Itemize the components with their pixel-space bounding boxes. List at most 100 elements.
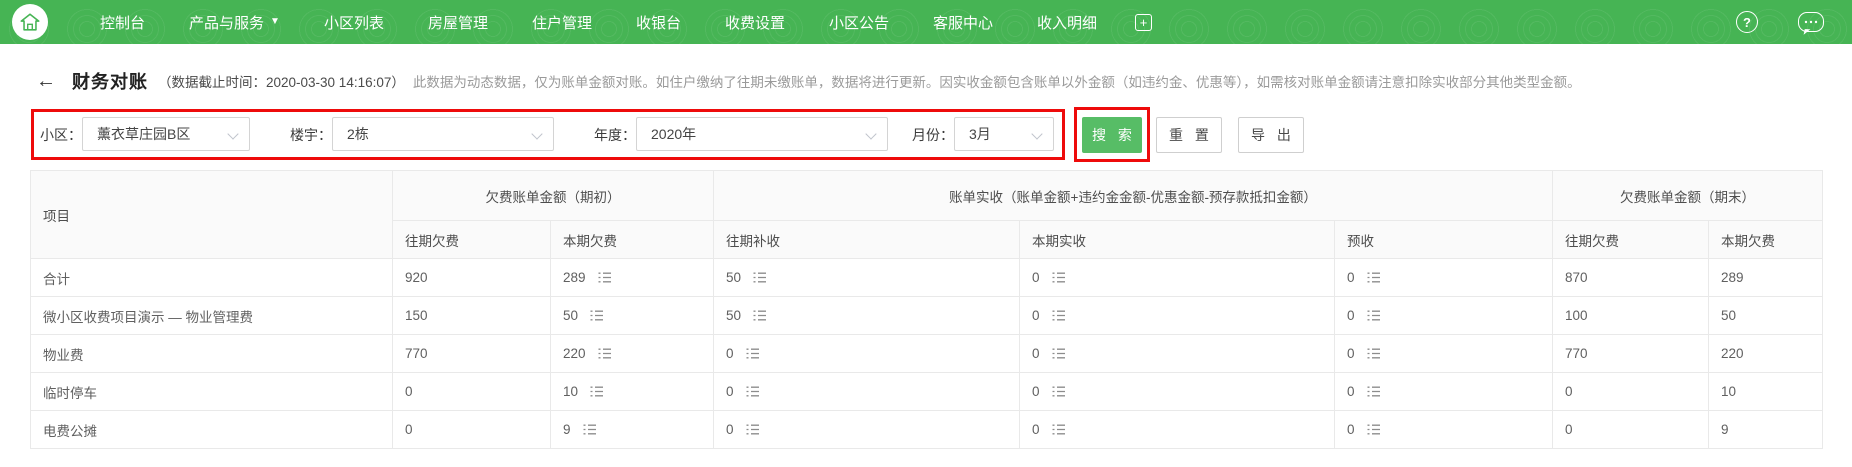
list-icon [753,310,767,320]
list-icon [1367,386,1380,396]
sub-header-current-arrears-closing: 本期欠费 [1708,220,1824,259]
app-logo[interactable] [12,4,48,40]
nav-menu: 控制台 产品与服务 ▼ 小区列表 房屋管理 住户管理 收银台 收费设置 小区公告… [100,12,1153,33]
value-cell-prepaid: 0 [1333,258,1554,297]
list-icon[interactable] [1367,347,1380,362]
list-icon[interactable] [753,309,767,324]
value-cell-prior-collected: 0 [713,410,1020,449]
list-icon[interactable] [746,423,759,438]
project-cell: 临时停车 [30,372,393,411]
project-cell: 合计 [30,258,393,297]
chat-icon[interactable] [1798,12,1824,32]
value-cell-prior-collected: 0 [713,372,1020,411]
list-icon[interactable] [1367,423,1380,438]
sub-header-prior-arrears-closing: 往期欠费 [1552,220,1710,259]
list-icon [598,348,611,358]
list-icon[interactable] [1367,309,1380,324]
community-select[interactable]: 薰衣草庄园B区 [82,117,250,151]
value-cell-current-collected: 0 [1019,410,1335,449]
list-icon [746,386,759,396]
table-row: 临时停车 0 10 0 0 0 0 10 [30,372,1824,411]
value-cell-current-collected: 0 [1019,372,1335,411]
list-icon[interactable] [598,271,611,286]
list-icon[interactable] [1367,271,1380,286]
list-icon[interactable] [1367,385,1380,400]
list-icon [583,424,596,434]
list-icon[interactable] [753,271,767,286]
group-header-actual-received: 账单实收（账单金额+违约金金额-优惠金额-预存款抵扣金额） [712,170,1554,221]
house-logo-icon [20,13,40,31]
month-filter-label: 月份： [912,127,954,143]
nav-item-cashier[interactable]: 收银台 [636,12,681,33]
chevron-down-icon [865,128,877,140]
value-cell-prior-arrears-opening: 920 [392,258,551,297]
top-nav: 控制台 产品与服务 ▼ 小区列表 房屋管理 住户管理 收银台 收费设置 小区公告… [0,0,1852,44]
add-tab-icon[interactable]: + [1135,13,1153,31]
chevron-down-icon [227,128,239,140]
value-cell-prior-arrears-closing: 100 [1552,296,1710,335]
year-select[interactable]: 2020年 [636,117,888,151]
building-select[interactable]: 2栋 [332,117,554,151]
table-row: 微小区收费项目演示 — 物业管理费 150 50 50 0 0 100 50 [30,296,1824,335]
list-icon[interactable] [1052,385,1065,400]
page-title: 财务对账 [72,72,148,92]
value-cell-current-arrears-opening: 220 [550,334,714,373]
sub-header-prepaid: 预收 [1333,220,1554,259]
export-button[interactable]: 导 出 [1238,117,1304,153]
filter-bar: 小区： 薰衣草庄园B区 楼宇： 2栋 年度： 2020年 月份： 3月 搜 索 … [0,106,1852,164]
help-icon[interactable]: ? [1736,11,1758,33]
list-icon[interactable] [746,347,759,362]
list-icon [598,272,611,282]
sub-header-current-collected: 本期实收 [1019,220,1335,259]
value-cell-prior-arrears-opening: 150 [392,296,551,335]
list-icon [1052,310,1065,320]
value-cell-current-arrears-opening: 289 [550,258,714,297]
value-cell-prepaid: 0 [1333,372,1554,411]
list-icon[interactable] [590,309,604,324]
list-icon[interactable] [746,385,759,400]
sub-header-prior-arrears-opening: 往期欠费 [392,220,551,259]
value-cell-prior-arrears-opening: 0 [392,410,551,449]
list-icon[interactable] [590,385,604,400]
list-icon [1052,348,1065,358]
search-button[interactable]: 搜 索 [1082,117,1142,153]
nav-item-announcements[interactable]: 小区公告 [829,12,889,33]
value-cell-prior-arrears-closing: 0 [1552,410,1710,449]
month-select[interactable]: 3月 [954,117,1054,151]
nav-item-products[interactable]: 产品与服务 ▼ [189,12,280,33]
table-row: 物业费 770 220 0 0 0 770 220 [30,334,1824,373]
value-cell-prior-arrears-opening: 770 [392,334,551,373]
value-cell-prior-arrears-closing: 770 [1552,334,1710,373]
value-cell-current-collected: 0 [1019,296,1335,335]
nav-item-house-mgmt[interactable]: 房屋管理 [428,12,488,33]
list-icon[interactable] [1052,423,1065,438]
list-icon [746,424,759,434]
nav-item-console[interactable]: 控制台 [100,12,145,33]
nav-item-income-detail[interactable]: 收入明细 [1037,12,1097,33]
list-icon[interactable] [583,423,596,438]
back-arrow-icon[interactable]: ← [36,71,56,91]
reset-button[interactable]: 重 置 [1156,117,1222,153]
list-icon[interactable] [1052,271,1065,286]
group-header-closing-arrears: 欠费账单金额（期末） [1552,170,1824,221]
list-icon [1052,272,1065,282]
group-header-opening-arrears: 欠费账单金额（期初） [392,170,714,221]
caret-down-icon: ▼ [270,16,280,27]
nav-item-resident-mgmt[interactable]: 住户管理 [532,12,592,33]
nav-item-community-list[interactable]: 小区列表 [324,12,384,33]
value-cell-prior-collected: 0 [713,334,1020,373]
nav-item-fee-settings[interactable]: 收费设置 [725,12,785,33]
value-cell-current-collected: 0 [1019,258,1335,297]
value-cell-current-arrears-closing: 10 [1708,372,1824,411]
list-icon[interactable] [1052,309,1065,324]
value-cell-current-arrears-opening: 10 [550,372,714,411]
chevron-down-icon [1031,128,1043,140]
nav-item-customer-service[interactable]: 客服中心 [933,12,993,33]
value-cell-prior-collected: 50 [713,296,1020,335]
list-icon [753,272,767,282]
sub-header-current-arrears-opening: 本期欠费 [550,220,714,259]
list-icon [1367,272,1380,282]
value-cell-current-collected: 0 [1019,334,1335,373]
list-icon[interactable] [1052,347,1065,362]
list-icon[interactable] [598,347,611,362]
